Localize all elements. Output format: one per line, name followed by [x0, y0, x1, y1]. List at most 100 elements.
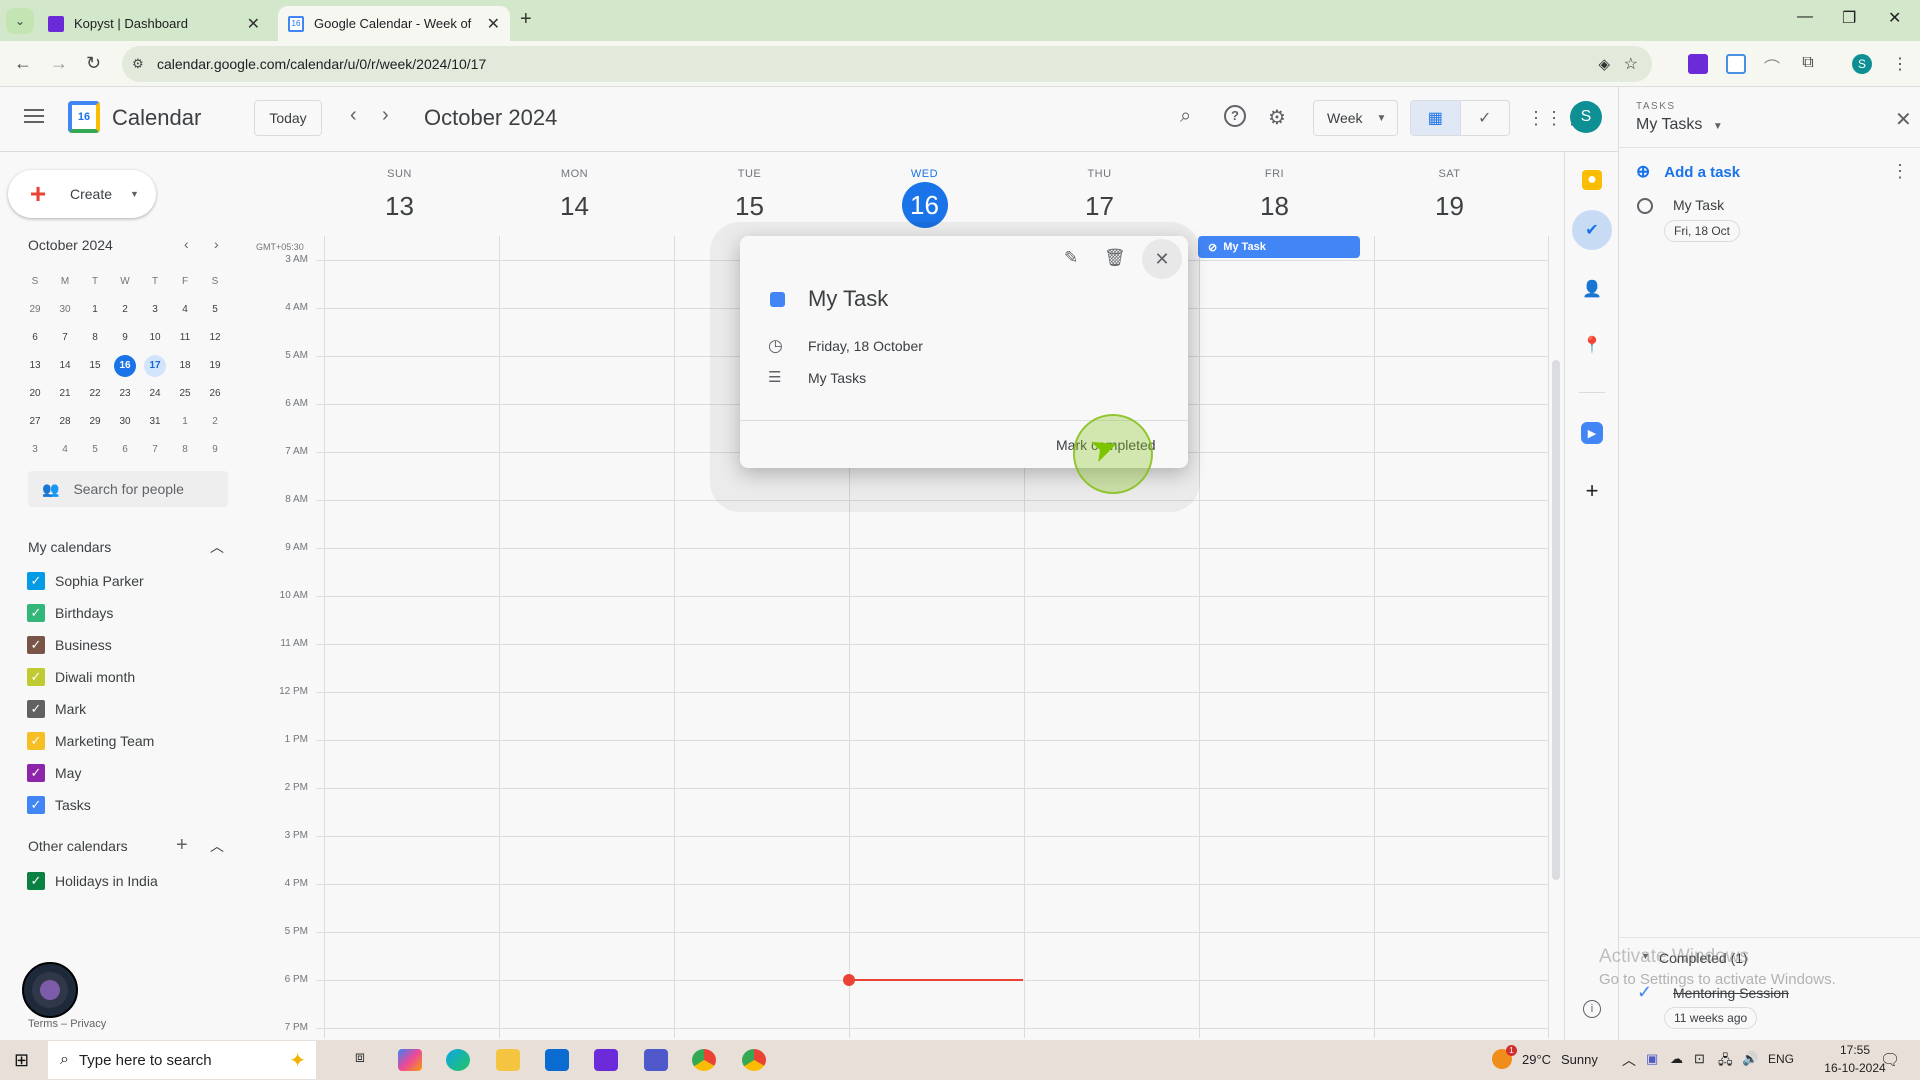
collapse-my-calendars-icon[interactable]: ︿ [210, 537, 224, 557]
mini-calendar-day[interactable]: 18 [170, 355, 200, 377]
complete-task-checkbox[interactable] [1637, 198, 1653, 214]
extension-icon[interactable] [1726, 54, 1746, 74]
my-calendars-heading[interactable]: My calendars [28, 539, 111, 555]
calendar-checkbox[interactable]: ✓ [27, 732, 45, 750]
maps-icon[interactable]: 📍 [1579, 332, 1605, 358]
calendar-item[interactable]: ✓ Diwali month [27, 668, 135, 686]
show-hidden-icons-chevron[interactable]: ︿ [1622, 1050, 1636, 1070]
day-number[interactable]: 14 [487, 186, 662, 226]
delete-trash-icon[interactable]: 🗑 [1104, 248, 1126, 268]
mini-calendar-day[interactable]: 26 [200, 383, 230, 405]
day-header-mon[interactable]: MON 14 [487, 168, 662, 226]
day-number[interactable]: 15 [662, 186, 837, 226]
calendar-checkbox[interactable]: ✓ [27, 872, 45, 890]
mini-calendar-day[interactable]: 2 [110, 299, 140, 321]
search-people-input[interactable]: 👥 Search for people [28, 471, 228, 507]
day-number[interactable]: 13 [312, 186, 487, 226]
mini-calendar-day[interactable]: 17 [144, 355, 166, 377]
mail-icon[interactable] [545, 1049, 569, 1071]
tasks-icon[interactable]: ✔ [1572, 210, 1612, 250]
mini-calendar-day[interactable]: 6 [110, 439, 140, 461]
extensions-puzzle-icon[interactable]: ⧉ [1798, 54, 1818, 74]
close-tasks-panel-icon[interactable]: ✕ [1895, 107, 1912, 132]
task-item-title[interactable]: My Task [1673, 197, 1724, 213]
add-task-button[interactable]: ⊕ Add a task [1636, 162, 1740, 182]
calendar-item[interactable]: ✓ Holidays in India [27, 872, 158, 890]
day-number[interactable]: 18 [1187, 186, 1362, 226]
taskbar-search-box[interactable]: ⌕ Type here to search ✦ [48, 1041, 316, 1079]
mini-calendar-day[interactable]: 9 [200, 439, 230, 461]
help-icon[interactable]: ? [1224, 105, 1246, 127]
previous-week-button[interactable]: ‹ [350, 104, 357, 127]
clock-time[interactable]: 17:55 [1825, 1043, 1885, 1057]
day-header-wed[interactable]: WED 16 [837, 168, 1012, 228]
language-indicator[interactable]: ENG [1768, 1052, 1794, 1066]
extension-arc-icon[interactable]: ⌒ [1762, 54, 1782, 77]
mini-calendar-day[interactable]: 7 [140, 439, 170, 461]
search-icon[interactable]: ⌕ [1180, 105, 1191, 128]
get-addons-plus-icon[interactable]: + [1579, 478, 1605, 504]
mini-calendar-day[interactable]: 12 [200, 327, 230, 349]
tab-search-dropdown[interactable]: ⌄ [6, 8, 34, 34]
bookmark-star-icon[interactable]: ☆ [1624, 54, 1638, 74]
today-button[interactable]: Today [254, 100, 322, 136]
weather-temperature[interactable]: 29°C [1522, 1052, 1551, 1067]
calendar-checkbox[interactable]: ✓ [27, 668, 45, 686]
calendar-item[interactable]: ✓ Mark [27, 700, 86, 718]
reload-button[interactable]: ↻ [86, 53, 101, 74]
mini-calendar-day[interactable]: 30 [50, 299, 80, 321]
day-header-thu[interactable]: THU 17 [1012, 168, 1187, 226]
mini-calendar-day[interactable]: 8 [170, 439, 200, 461]
edit-pencil-icon[interactable]: ✎ [1064, 248, 1078, 268]
forward-button[interactable]: → [50, 53, 68, 74]
camera-tray-icon[interactable]: ⊡ [1694, 1051, 1705, 1067]
mini-calendar-day[interactable]: 2 [200, 411, 230, 433]
mini-calendar-next-button[interactable]: › [214, 236, 219, 252]
task-due-chip[interactable]: Fri, 18 Oct [1664, 220, 1741, 242]
day-header-sat[interactable]: SAT 19 [1362, 168, 1537, 226]
restore-button[interactable]: ❐ [1842, 8, 1856, 28]
teams-icon[interactable] [644, 1049, 668, 1071]
chrome-profile-a-icon[interactable] [692, 1049, 716, 1071]
mini-calendar-day[interactable]: 1 [80, 299, 110, 321]
main-menu-icon[interactable] [24, 109, 44, 125]
all-day-task-chip[interactable]: ⊘ My Task [1198, 236, 1360, 258]
mini-calendar-day[interactable]: 27 [20, 411, 50, 433]
mini-calendar-day[interactable]: 4 [50, 439, 80, 461]
teams-tray-icon[interactable]: ▣ [1646, 1051, 1658, 1067]
calendar-checkbox[interactable]: ✓ [27, 764, 45, 782]
mini-calendar-day[interactable]: 22 [80, 383, 110, 405]
tasks-view-toggle[interactable]: ✓ [1459, 101, 1510, 135]
mini-calendar-day[interactable]: 8 [80, 327, 110, 349]
privacy-link[interactable]: Privacy [70, 1018, 106, 1030]
mini-calendar-day[interactable]: 30 [110, 411, 140, 433]
day-number[interactable]: 19 [1362, 186, 1537, 226]
mini-calendar-day[interactable]: 16 [114, 355, 136, 377]
mini-calendar-prev-button[interactable]: ‹ [184, 236, 189, 252]
profile-avatar[interactable]: S [1852, 54, 1872, 74]
calendar-item[interactable]: ✓ Birthdays [27, 604, 113, 622]
kopyst-extension-icon[interactable] [1688, 54, 1708, 74]
screen-recorder-widget[interactable] [22, 962, 78, 1018]
mini-calendar-day[interactable]: 25 [170, 383, 200, 405]
calendar-checkbox[interactable]: ✓ [27, 572, 45, 590]
mini-calendar-day[interactable]: 4 [170, 299, 200, 321]
mini-calendar-day[interactable]: 6 [20, 327, 50, 349]
calendar-checkbox[interactable]: ✓ [27, 700, 45, 718]
browser-tab-calendar[interactable]: 16 Google Calendar - Week of 13 O ✕ [278, 6, 510, 41]
new-tab-button[interactable]: + [520, 8, 532, 31]
calendar-view-toggle[interactable]: ▦ [1411, 101, 1460, 135]
task-list-selector[interactable]: My Tasks ▼ [1636, 116, 1723, 134]
calendar-item[interactable]: ✓ Sophia Parker [27, 572, 144, 590]
browser-tab-kopyst[interactable]: Kopyst | Dashboard ✕ [38, 6, 270, 41]
mini-calendar-day[interactable]: 14 [50, 355, 80, 377]
mini-calendar-day[interactable]: 3 [140, 299, 170, 321]
copilot-app-icon[interactable] [398, 1049, 422, 1071]
onedrive-cloud-icon[interactable]: ☁ [1670, 1051, 1683, 1067]
mini-calendar-day[interactable]: 19 [200, 355, 230, 377]
browser-menu-icon[interactable]: ⋮ [1890, 54, 1910, 74]
mini-calendar-day[interactable]: 9 [110, 327, 140, 349]
mini-calendar-day[interactable]: 13 [20, 355, 50, 377]
day-number[interactable]: 17 [1012, 186, 1187, 226]
settings-gear-icon[interactable]: ⚙ [1268, 105, 1286, 130]
